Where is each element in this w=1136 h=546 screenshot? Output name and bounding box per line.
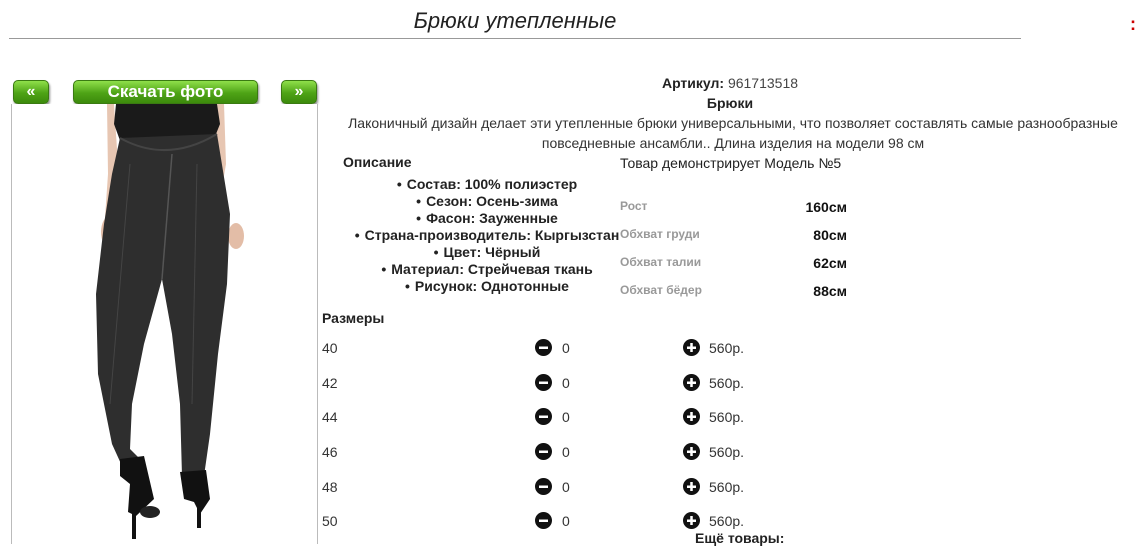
price-value: 560р.: [709, 479, 745, 495]
product-type: Брюки: [706, 95, 754, 111]
product-photo[interactable]: [11, 104, 318, 544]
quantity-value: 0: [562, 444, 570, 460]
minus-circle-icon[interactable]: [535, 478, 552, 495]
article-label: Артикул:: [661, 75, 725, 91]
download-photo-button[interactable]: Скачать фото: [73, 80, 258, 104]
quantity-value: 0: [562, 479, 570, 495]
minus-circle-icon[interactable]: [535, 512, 552, 529]
quantity-value: 0: [562, 513, 570, 529]
size-label: 50: [322, 513, 338, 529]
quantity-value: 0: [562, 340, 570, 356]
price-value: 560р.: [709, 340, 745, 356]
property-item: Состав: 100% полиэстер: [322, 176, 652, 193]
hips-label: Обхват бёдер: [620, 283, 702, 297]
size-label: 42: [322, 375, 338, 391]
size-row: 44 0 560р.: [322, 407, 822, 427]
page-title: Брюки утепленные: [413, 8, 617, 33]
property-list: Состав: 100% полиэстер Сезон: Осень-зима…: [322, 176, 652, 295]
description-heading: Описание: [343, 154, 412, 170]
plus-circle-icon[interactable]: [683, 478, 700, 495]
model-in-trousers-image: [96, 104, 244, 539]
plus-circle-icon[interactable]: [683, 408, 700, 425]
property-item: Сезон: Осень-зима: [322, 193, 652, 210]
product-description: Лаконичный дизайн делает эти утепленные …: [348, 115, 1118, 151]
plus-circle-icon[interactable]: [683, 443, 700, 460]
property-item: Фасон: Зауженные: [322, 210, 652, 227]
size-row: 40 0 560р.: [322, 338, 822, 358]
property-item: Цвет: Чёрный: [322, 244, 652, 261]
property-item: Рисунок: Однотонные: [322, 278, 652, 295]
waist-value: 62см: [813, 255, 847, 271]
size-row: 50 0 560р.: [322, 511, 822, 531]
property-item: Страна-производитель: Кыргызстан: [322, 227, 652, 244]
article-line: Артикул: 961713518: [340, 75, 1120, 91]
minus-circle-icon[interactable]: [535, 443, 552, 460]
size-row: 46 0 560р.: [322, 442, 822, 462]
chest-label: Обхват груди: [620, 227, 700, 241]
minus-circle-icon[interactable]: [535, 408, 552, 425]
close-icon[interactable]: :: [1130, 14, 1136, 35]
hips-value: 88см: [813, 283, 847, 299]
chest-value: 80см: [813, 227, 847, 243]
size-label: 48: [322, 479, 338, 495]
minus-circle-icon[interactable]: [535, 339, 552, 356]
height-label: Рост: [620, 199, 648, 213]
plus-circle-icon[interactable]: [683, 512, 700, 529]
price-value: 560р.: [709, 375, 745, 391]
next-photo-button[interactable]: »: [281, 80, 317, 104]
size-row: 42 0 560р.: [322, 373, 822, 393]
height-value: 160см: [805, 199, 847, 215]
sizes-heading: Размеры: [322, 310, 385, 326]
size-label: 40: [322, 340, 338, 356]
size-row: 48 0 560р.: [322, 477, 822, 497]
price-value: 560р.: [709, 409, 745, 425]
waist-label: Обхват талии: [620, 255, 702, 269]
plus-circle-icon[interactable]: [683, 339, 700, 356]
size-label: 46: [322, 444, 338, 460]
price-value: 560р.: [709, 513, 745, 529]
quantity-value: 0: [562, 375, 570, 391]
size-label: 44: [322, 409, 338, 425]
price-value: 560р.: [709, 444, 745, 460]
article-value: 961713518: [727, 75, 799, 91]
model-title: Товар демонстрирует Модель №5: [620, 155, 842, 171]
minus-circle-icon[interactable]: [535, 374, 552, 391]
prev-photo-button[interactable]: «: [13, 80, 49, 104]
title-divider: [9, 38, 1021, 39]
property-item: Материал: Стрейчевая ткань: [322, 261, 652, 278]
quantity-value: 0: [562, 409, 570, 425]
plus-circle-icon[interactable]: [683, 374, 700, 391]
